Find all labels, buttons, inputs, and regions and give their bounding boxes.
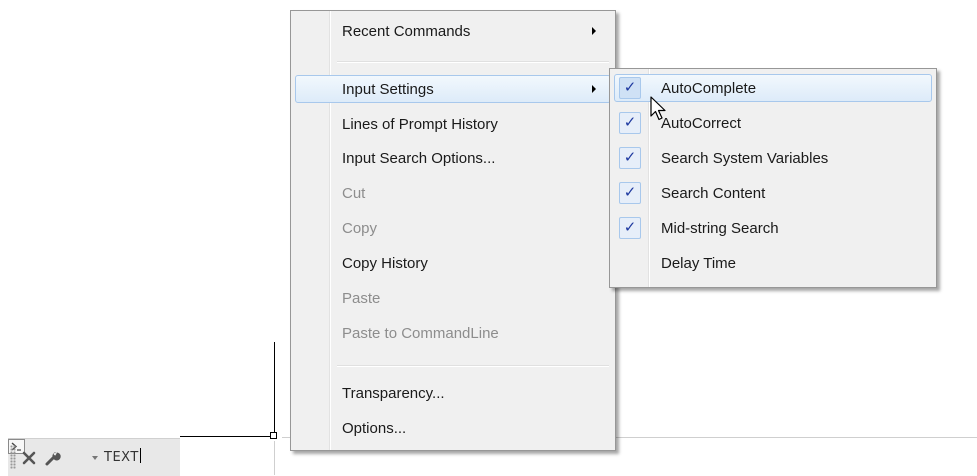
grip-icon[interactable]: [10, 445, 16, 469]
menu-item-input-search-options[interactable]: Input Search Options...: [295, 144, 611, 172]
crosshair-horizontal-line: [180, 436, 272, 437]
submenu-item-mid-string-search[interactable]: ✓ Mid-string Search: [614, 214, 932, 242]
menu-item-label: Paste: [342, 290, 381, 307]
menu-item-options[interactable]: Options...: [295, 414, 611, 442]
menu-item-label: Input Search Options...: [342, 150, 496, 167]
command-input-value: TEXT: [104, 450, 139, 465]
menu-item-recent-commands[interactable]: Recent Commands: [295, 17, 611, 45]
checkmark-icon: ✓: [619, 147, 641, 169]
menu-item-label: Lines of Prompt History: [342, 116, 498, 133]
submenu-item-label: Search System Variables: [661, 150, 829, 167]
submenu-item-search-content[interactable]: ✓ Search Content: [614, 179, 932, 207]
menu-item-label: Recent Commands: [342, 23, 471, 40]
command-input[interactable]: TEXT: [104, 448, 178, 468]
close-icon[interactable]: [20, 449, 38, 467]
menu-item-input-settings[interactable]: Input Settings: [295, 75, 611, 103]
menu-separator: [337, 61, 609, 63]
submenu-item-delay-time[interactable]: Delay Time: [614, 249, 932, 277]
menu-item-label: Paste to CommandLine: [342, 325, 499, 342]
submenu-item-label: AutoComplete: [661, 80, 757, 97]
dropdown-arrow-icon[interactable]: [92, 456, 98, 460]
menu-item-label: Input Settings: [342, 81, 434, 98]
submenu-item-label: Search Content: [661, 185, 766, 202]
checkmark-icon: ✓: [619, 112, 641, 134]
menu-item-label: Copy: [342, 220, 378, 237]
submenu-item-search-system-variables[interactable]: ✓ Search System Variables: [614, 144, 932, 172]
menu-item-label: Copy History: [342, 255, 428, 272]
command-line-context-menu: Recent Commands Input Settings Lines of …: [290, 10, 616, 451]
crosshair-vertical-line-lower: [274, 441, 275, 475]
submenu-arrow-icon: [592, 85, 596, 93]
checkmark-icon: ✓: [619, 182, 641, 204]
command-line-bar: TEXT: [8, 438, 180, 476]
wrench-icon[interactable]: [44, 449, 62, 467]
crosshair-pickbox: [270, 432, 277, 439]
menu-item-label: Transparency...: [342, 385, 445, 402]
menu-item-lines-of-prompt-history[interactable]: Lines of Prompt History: [295, 110, 611, 138]
submenu-item-label: Mid-string Search: [661, 220, 779, 237]
submenu-arrow-icon: [592, 27, 596, 35]
checkmark-icon: ✓: [619, 217, 641, 239]
mouse-pointer-icon: [650, 96, 666, 121]
menu-item-copy[interactable]: Copy: [295, 214, 611, 242]
text-caret: [139, 448, 141, 463]
menu-item-paste-to-commandline[interactable]: Paste to CommandLine: [295, 319, 611, 347]
menu-item-cut[interactable]: Cut: [295, 179, 611, 207]
menu-item-label: Options...: [342, 420, 407, 437]
crosshair-vertical-line: [274, 342, 275, 433]
menu-item-paste[interactable]: Paste: [295, 284, 611, 312]
menu-item-label: Cut: [342, 185, 366, 202]
checkmark-icon: ✓: [619, 77, 641, 99]
submenu-item-label: AutoCorrect: [661, 115, 742, 132]
submenu-item-label: Delay Time: [661, 255, 737, 272]
menu-separator: [337, 365, 609, 367]
menu-item-transparency[interactable]: Transparency...: [295, 379, 611, 407]
menu-item-copy-history[interactable]: Copy History: [295, 249, 611, 277]
